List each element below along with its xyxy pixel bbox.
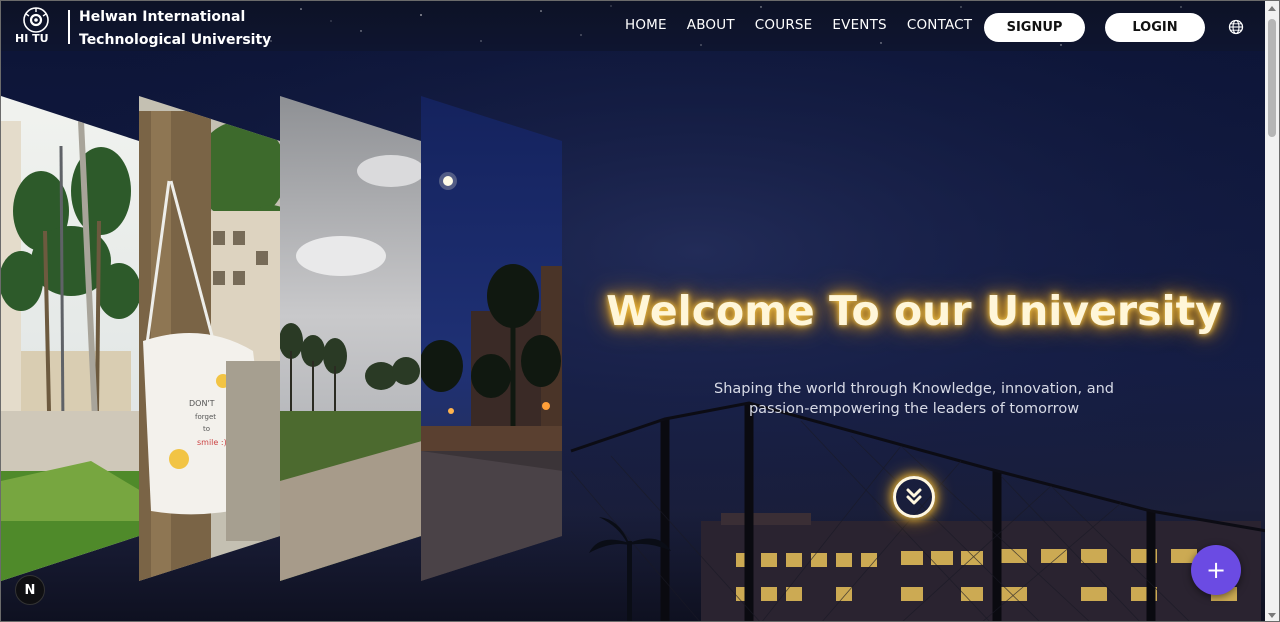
signup-button[interactable]: SIGNUP (984, 13, 1085, 42)
login-button[interactable]: LOGIN (1105, 13, 1205, 42)
hero-subtitle-line-1: Shaping the world through Knowledge, inn… (714, 381, 1114, 397)
hero-section: DON'T forget to smile :) Welcome To our … (1, 51, 1267, 622)
svg-text:DON'T: DON'T (189, 399, 215, 408)
globe-icon[interactable] (1228, 19, 1244, 35)
logo-text: HI TU (15, 32, 49, 45)
university-logo[interactable]: HI TU (13, 6, 59, 46)
panel-tote-bag: DON'T forget to smile :) (139, 96, 280, 581)
hero-title: Welcome To our University (606, 287, 1222, 335)
nav-course[interactable]: COURSE (755, 17, 813, 33)
image-carousel-panels[interactable]: DON'T forget to smile :) (1, 51, 571, 622)
dev-tools-badge[interactable]: N (15, 575, 45, 605)
nav-about[interactable]: ABOUT (687, 17, 735, 33)
scrollbar-thumb[interactable] (1268, 19, 1276, 137)
university-name[interactable]: Helwan International Technological Unive… (79, 6, 271, 52)
panel-night-campus (421, 96, 562, 581)
brand-line-1: Helwan International (79, 9, 246, 25)
browser-viewport: HI TU Helwan International Technological… (0, 0, 1280, 622)
hero-subtitle-line-2: passion-empowering the leaders of tomorr… (748, 401, 1080, 417)
double-chevron-down-icon (906, 488, 922, 505)
svg-text:forget: forget (195, 413, 216, 421)
nav-contact[interactable]: CONTACT (907, 17, 972, 33)
floating-add-button[interactable]: + (1191, 545, 1241, 595)
svg-text:smile :): smile :) (197, 438, 227, 447)
scroll-down-arrow-icon[interactable] (1268, 613, 1276, 618)
nav-events[interactable]: EVENTS (832, 17, 886, 33)
main-nav: HOME ABOUT COURSE EVENTS CONTACT (625, 17, 992, 33)
scroll-down-button[interactable] (893, 476, 935, 518)
top-navbar: HI TU Helwan International Technological… (1, 1, 1267, 51)
panel-cloudy-sky (280, 96, 421, 581)
panel-campus-palms (1, 96, 139, 581)
nav-home[interactable]: HOME (625, 17, 667, 33)
logo-divider (68, 10, 70, 44)
scroll-up-arrow-icon[interactable] (1268, 6, 1276, 11)
svg-text:to: to (203, 425, 210, 433)
vertical-scrollbar[interactable] (1265, 1, 1279, 621)
hero-subtitle: Shaping the world through Knowledge, inn… (684, 379, 1144, 419)
plus-icon: + (1205, 556, 1227, 584)
brand-line-2: Technological University (79, 32, 272, 48)
